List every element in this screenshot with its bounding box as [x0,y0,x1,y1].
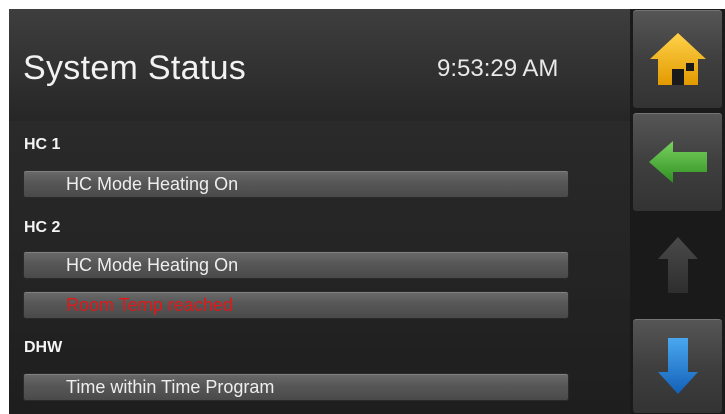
status-field-hc1-mode: HC Mode Heating On [23,170,569,198]
status-field-hc2-room-temp: Room Temp reached [23,291,569,319]
status-field-dhw: Time within Time Program [23,373,569,401]
clock-time: 9:53:29 AM [437,55,559,82]
status-text: HC Mode Heating On [66,174,239,194]
back-button[interactable] [632,112,723,212]
status-text: HC Mode Heating On [66,255,239,275]
status-text-alert: Room Temp reached [66,295,233,315]
scroll-up-button[interactable] [632,215,723,315]
page-title: System Status [23,49,247,87]
home-button[interactable] [632,9,723,109]
status-text: Time within Time Program [66,377,275,397]
section-label-hc1: HC 1 [24,136,61,153]
sidebar-nav [630,9,725,414]
header-bar: System Status 9:53:29 AM [9,9,630,121]
scroll-down-button[interactable] [632,318,723,414]
device-screen: System Status 9:53:29 AM HC 1 HC Mode He… [9,9,725,414]
main-panel: System Status 9:53:29 AM HC 1 HC Mode He… [9,9,630,414]
section-label-hc2: HC 2 [24,219,61,236]
status-field-hc2-mode: HC Mode Heating On [23,251,569,279]
section-label-dhw: DHW [24,339,63,356]
